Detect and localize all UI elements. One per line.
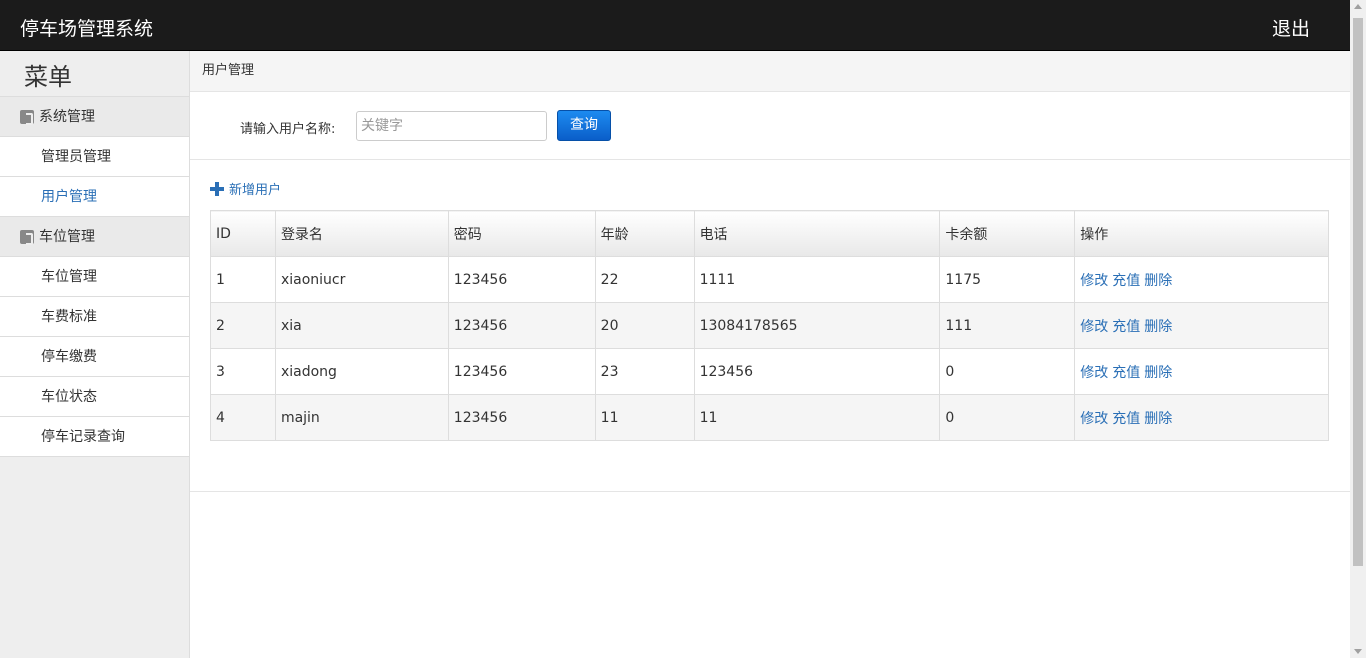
add-user-button[interactable]: 新增用户 — [210, 179, 281, 198]
cell-password: 123456 — [447, 394, 596, 441]
sidebar-item-space-status[interactable]: 车位状态 — [0, 377, 189, 417]
cell-phone: 13084178565 — [693, 302, 941, 349]
search-label: 请输入用户名称: — [240, 122, 336, 137]
sidebar-item-parking-records[interactable]: 停车记录查询 — [0, 417, 189, 457]
app-title: 停车场管理系统 — [20, 18, 154, 40]
sidebar-item-admin-management[interactable]: 管理员管理 — [0, 137, 189, 177]
sidebar-group-system[interactable]: 系统管理 — [0, 97, 189, 137]
scroll-down-arrow-icon[interactable] — [1354, 649, 1362, 654]
recharge-link[interactable]: 充值 — [1112, 411, 1140, 427]
cell-password: 123456 — [447, 348, 596, 395]
search-row: 请输入用户名称: 查询 — [190, 92, 1350, 160]
cell-balance: 0 — [939, 348, 1076, 395]
column-header-actions: 操作 — [1074, 210, 1329, 257]
search-input[interactable] — [356, 111, 547, 141]
cell-id: 4 — [210, 394, 276, 441]
cell-id: 3 — [210, 348, 276, 395]
cell-actions: 修改 充值 删除 — [1074, 348, 1329, 395]
table-row: 2 xia 123456 20 13084178565 111 修改 充值 删除 — [210, 302, 1329, 349]
cell-phone: 11 — [693, 394, 941, 441]
sidebar-group-parking[interactable]: 车位管理 — [0, 217, 189, 257]
sidebar-item-user-management[interactable]: 用户管理 — [0, 177, 189, 217]
edit-link[interactable]: 修改 — [1080, 365, 1108, 381]
recharge-link[interactable]: 充值 — [1112, 273, 1140, 289]
cell-age: 20 — [594, 302, 695, 349]
recharge-link[interactable]: 充值 — [1112, 319, 1140, 335]
column-header-balance: 卡余额 — [939, 210, 1076, 257]
column-header-phone: 电话 — [693, 210, 941, 257]
sidebar-group-label: 车位管理 — [39, 228, 95, 245]
column-header-age: 年龄 — [594, 210, 695, 257]
cell-balance: 1175 — [939, 256, 1076, 303]
table-header-row: ID 登录名 密码 年龄 电话 卡余额 操作 — [210, 210, 1329, 257]
table-row: 1 xiaoniucr 123456 22 1111 1175 修改 充值 删除 — [210, 256, 1329, 303]
main-content: 用户管理 请输入用户名称: 查询 新增用户 ID 登录名 密码 年龄 电话 卡余… — [190, 51, 1350, 658]
content-divider — [190, 491, 1350, 492]
cell-login: xiaoniucr — [274, 256, 449, 303]
user-table: ID 登录名 密码 年龄 电话 卡余额 操作 1 xiaoniucr 12345… — [210, 210, 1329, 441]
column-header-login: 登录名 — [274, 210, 449, 257]
sidebar-item-parking-space[interactable]: 车位管理 — [0, 257, 189, 297]
column-header-password: 密码 — [447, 210, 596, 257]
sidebar-item-parking-payment[interactable]: 停车缴费 — [0, 337, 189, 377]
cell-phone: 123456 — [693, 348, 941, 395]
menu-title: 菜单 — [0, 51, 189, 97]
cell-password: 123456 — [447, 256, 596, 303]
plus-icon — [210, 181, 224, 196]
sidebar-item-fee-standard[interactable]: 车费标准 — [0, 297, 189, 337]
cell-age: 23 — [594, 348, 695, 395]
cell-login: xia — [274, 302, 449, 349]
sidebar: 菜单 系统管理 管理员管理 用户管理 车位管理 车位管理 车费标准 停车缴费 车… — [0, 51, 190, 658]
delete-link[interactable]: 删除 — [1144, 365, 1172, 381]
cell-id: 2 — [210, 302, 276, 349]
cell-id: 1 — [210, 256, 276, 303]
cell-age: 22 — [594, 256, 695, 303]
cell-login: majin — [274, 394, 449, 441]
scroll-up-arrow-icon[interactable] — [1354, 4, 1362, 9]
column-header-id: ID — [210, 210, 276, 257]
cell-age: 11 — [594, 394, 695, 441]
recharge-link[interactable]: 充值 — [1112, 365, 1140, 381]
logout-button[interactable]: 退出 — [1272, 14, 1310, 41]
edit-link[interactable]: 修改 — [1080, 411, 1108, 427]
edit-link[interactable]: 修改 — [1080, 319, 1108, 335]
delete-link[interactable]: 删除 — [1144, 273, 1172, 289]
table-row: 4 majin 123456 11 11 0 修改 充值 删除 — [210, 394, 1329, 441]
top-bar: 停车场管理系统 退出 — [0, 0, 1350, 51]
delete-link[interactable]: 删除 — [1144, 411, 1172, 427]
menu-group-icon — [20, 109, 34, 125]
scrollbar-thumb[interactable] — [1353, 18, 1363, 566]
cell-balance: 111 — [939, 302, 1076, 349]
breadcrumb: 用户管理 — [190, 51, 1350, 92]
menu-group-icon — [20, 229, 34, 245]
add-user-label: 新增用户 — [229, 183, 282, 198]
edit-link[interactable]: 修改 — [1080, 273, 1108, 289]
cell-actions: 修改 充值 删除 — [1074, 256, 1329, 303]
cell-actions: 修改 充值 删除 — [1074, 302, 1329, 349]
cell-password: 123456 — [447, 302, 596, 349]
delete-link[interactable]: 删除 — [1144, 319, 1172, 335]
cell-phone: 1111 — [693, 256, 941, 303]
query-button[interactable]: 查询 — [557, 110, 611, 141]
cell-actions: 修改 充值 删除 — [1074, 394, 1329, 441]
cell-balance: 0 — [939, 394, 1076, 441]
cell-login: xiadong — [274, 348, 449, 395]
sidebar-group-label: 系统管理 — [39, 108, 95, 125]
page-scrollbar[interactable] — [1350, 0, 1366, 658]
table-row: 3 xiadong 123456 23 123456 0 修改 充值 删除 — [210, 348, 1329, 395]
